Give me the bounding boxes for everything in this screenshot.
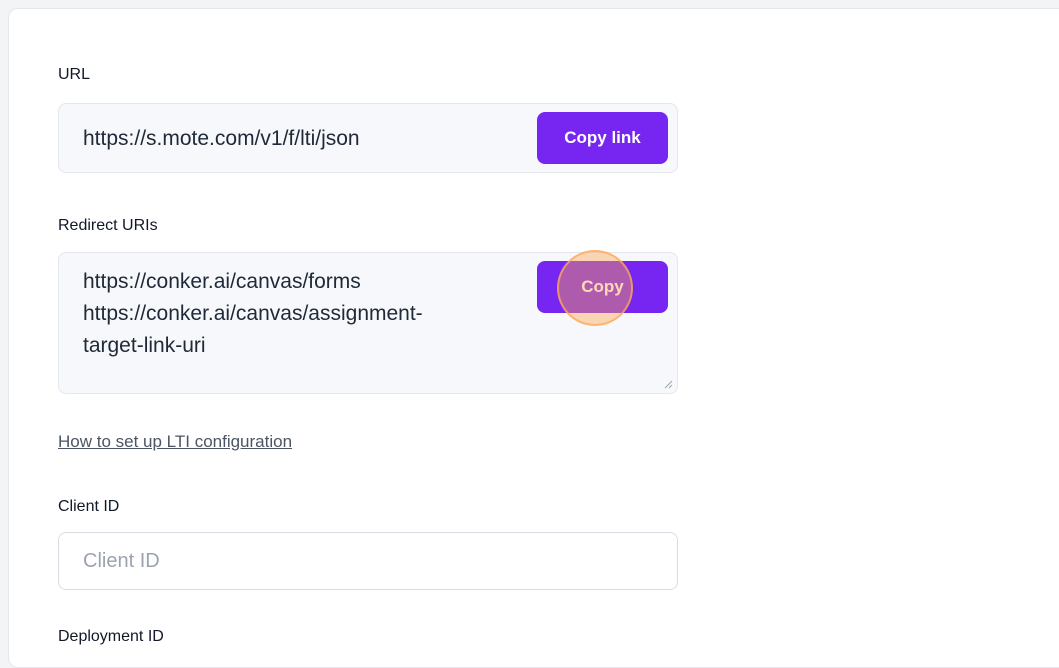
copy-redirect-uris-button[interactable]: Copy [537,261,668,313]
lti-setup-help-link[interactable]: How to set up LTI configuration [58,432,292,452]
client-id-label: Client ID [58,498,120,515]
redirect-uri-line: https://conker.ai/canvas/forms [83,270,361,293]
client-id-input[interactable] [58,532,678,590]
resize-handle-icon[interactable] [664,380,673,389]
copy-link-button[interactable]: Copy link [537,112,668,164]
url-value: https://s.mote.com/v1/f/lti/json [83,127,360,150]
redirect-uri-line: https://conker.ai/canvas/assignment- [83,302,423,325]
redirect-uris-label: Redirect URIs [58,217,158,234]
url-field: https://s.mote.com/v1/f/lti/json Copy li… [58,103,678,173]
redirect-uris-textarea[interactable]: https://conker.ai/canvas/forms https://c… [58,252,678,394]
url-label: URL [58,66,91,83]
redirect-uri-line: target-link-uri [83,334,206,357]
deployment-id-label: Deployment ID [58,628,164,645]
